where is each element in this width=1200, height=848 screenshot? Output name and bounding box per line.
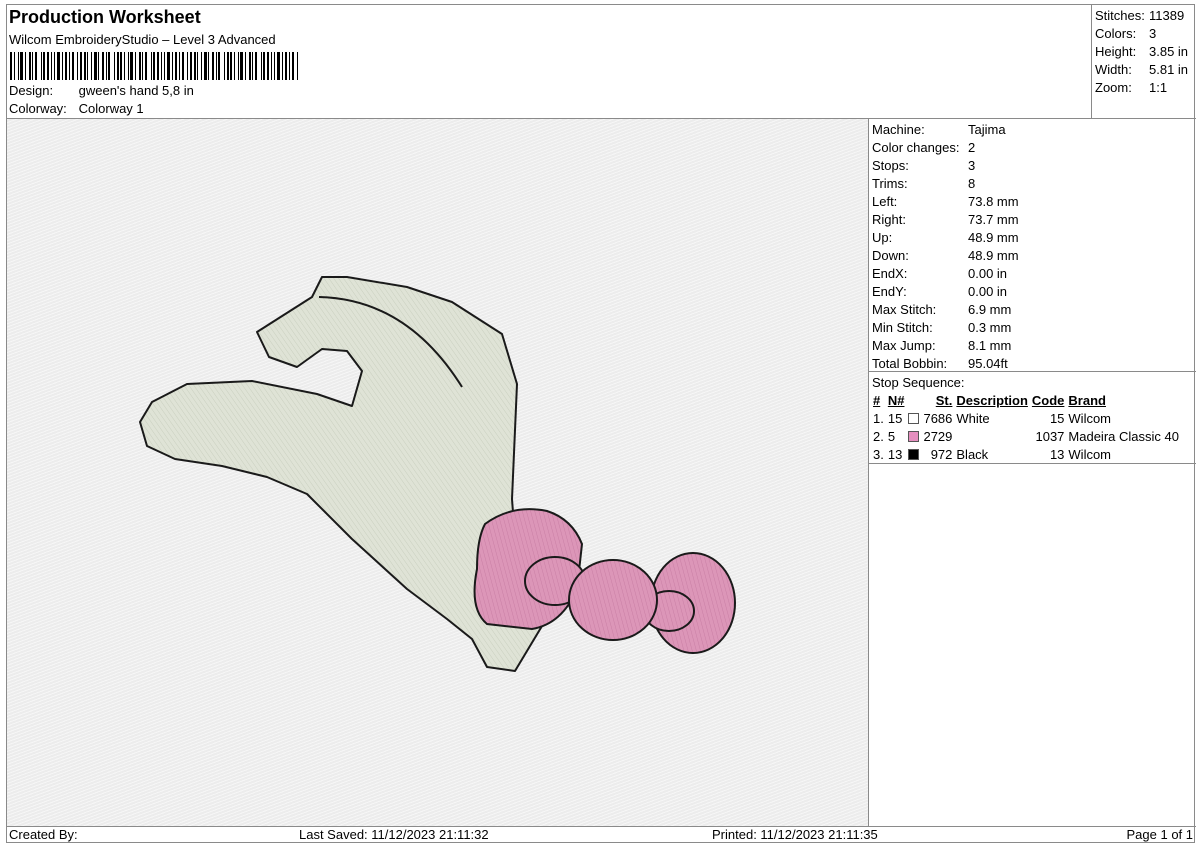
summary-box: Stitches: 11389 Colors: 3 Height: 3.85 in W… — [1091, 5, 1195, 118]
summary-colors: Colors: 3 — [1095, 26, 1157, 41]
colorway-value: Colorway 1 — [78, 101, 144, 116]
worksheet-page: Production Worksheet Wilcom EmbroiderySt… — [6, 4, 1196, 843]
last-saved: Last Saved: 11/12/2023 21:11:32 — [299, 827, 489, 842]
design-label: Design: — [9, 83, 54, 98]
colorway-row: Colorway: Colorway 1 — [9, 101, 144, 116]
machine-info-row: Max Jump: 8.1 mm — [872, 338, 1012, 353]
table-row: 3. 13 972 Black 13 Wilcom — [873, 446, 1112, 462]
design-row: Design: gween's hand 5,8 in — [9, 83, 194, 98]
info-panel: Machine: Tajima Color changes: 2 Stops: 3 Trim… — [869, 119, 1196, 826]
machine-info-row: Machine: Tajima — [872, 122, 1006, 137]
created-by: Created By: — [9, 827, 78, 842]
stop-sequence: Stop Sequence: # N# St. Description Code… — [869, 372, 1196, 464]
software-name: Wilcom EmbroideryStudio – Level 3 Advanc… — [9, 32, 276, 47]
bow-knot — [568, 559, 658, 641]
machine-info-row: Color changes: 2 — [872, 140, 976, 155]
embroidery-design — [139, 276, 736, 672]
printed-date: Printed: 11/12/2023 21:11:35 — [712, 827, 878, 842]
color-swatch — [908, 448, 920, 460]
table-row: 1. 15 7686 White 15 Wilcom — [873, 410, 1112, 426]
machine-info-row: Total Bobbin: 95.04ft — [872, 356, 1008, 371]
stop-sequence-caption: Stop Sequence: — [872, 375, 965, 390]
barcode — [10, 52, 298, 80]
machine-info-row: Stops: 3 — [872, 158, 976, 173]
stop-sequence-table: # N# St. Description Code Brand 1. 15 7686… — [871, 392, 1181, 463]
colorway-label: Colorway: — [9, 101, 67, 116]
summary-stitches: Stitches: 11389 — [1095, 8, 1185, 23]
worksheet-header: Production Worksheet Wilcom EmbroiderySt… — [7, 5, 1196, 119]
machine-info-row: EndY: 0.00 in — [872, 284, 1008, 299]
color-swatch — [908, 412, 920, 424]
stop-table-header: # N# St. Description Code Brand — [873, 392, 1106, 408]
machine-info-row: Min Stitch: 0.3 mm — [872, 320, 1012, 335]
worksheet-footer: Created By: Last Saved: 11/12/2023 21:11… — [7, 826, 1196, 843]
page-number: Page 1 of 1 — [1126, 827, 1194, 842]
design-preview — [7, 119, 869, 826]
summary-zoom: Zoom: 1:1 — [1095, 80, 1168, 95]
machine-info-row: Right: 73.7 mm — [872, 212, 1019, 227]
summary-width: Width: 5.81 in — [1095, 62, 1189, 77]
machine-info-row: Max Stitch: 6.9 mm — [872, 302, 1012, 317]
page-title: Production Worksheet — [9, 7, 201, 27]
machine-info: Machine: Tajima Color changes: 2 Stops: 3 Trim… — [869, 119, 1196, 372]
design-value: gween's hand 5,8 in — [78, 83, 194, 98]
table-row: 2. 5 2729 1037 Madeira Classic 40 — [873, 428, 1179, 444]
machine-info-row: Up: 48.9 mm — [872, 230, 1019, 245]
summary-height: Height: 3.85 in — [1095, 44, 1189, 59]
machine-info-row: Down: 48.9 mm — [872, 248, 1019, 263]
color-swatch — [908, 430, 920, 442]
machine-info-row: EndX: 0.00 in — [872, 266, 1008, 281]
machine-info-row: Trims: 8 — [872, 176, 976, 191]
machine-info-row: Left: 73.8 mm — [872, 194, 1019, 209]
